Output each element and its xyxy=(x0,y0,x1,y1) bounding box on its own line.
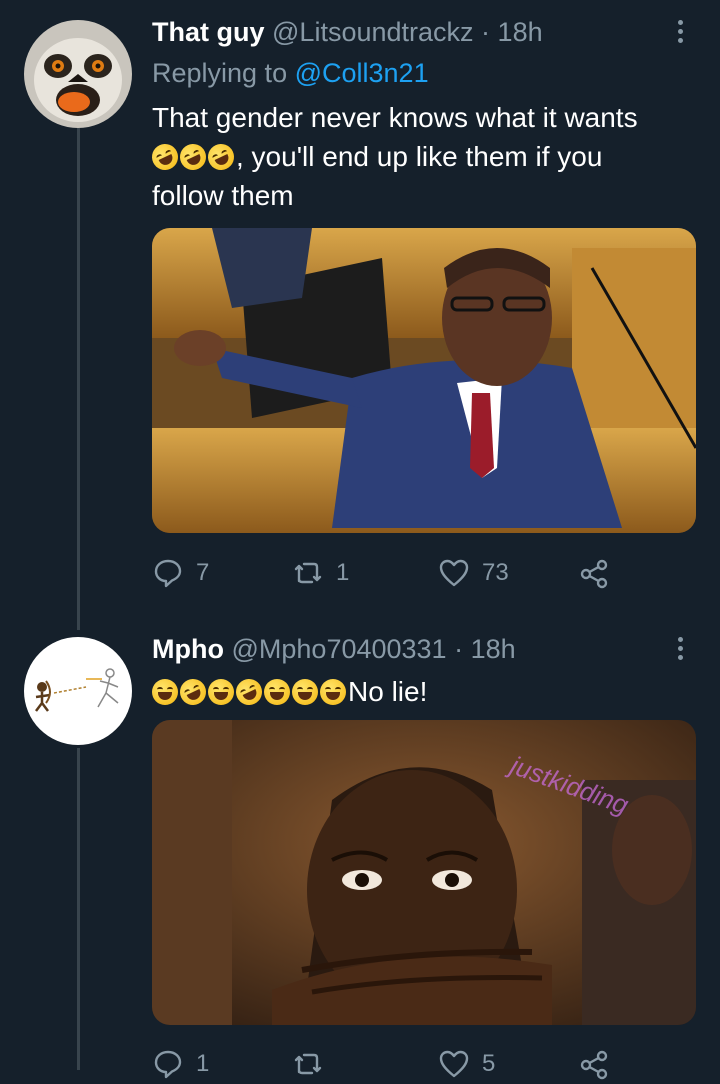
rofl-emoji-icon xyxy=(203,139,239,175)
tweet-actions: 7 1 73 xyxy=(152,553,622,593)
reply-count: 7 xyxy=(196,559,210,586)
like-button[interactable]: 73 xyxy=(438,553,509,593)
like-count: 5 xyxy=(482,1050,496,1077)
like-count: 73 xyxy=(482,559,509,586)
reply-count: 1 xyxy=(196,1050,210,1077)
tweet-text-line-3: follow them xyxy=(152,180,294,211)
separator-dot: · xyxy=(454,634,464,664)
more-options-icon[interactable] xyxy=(670,637,690,660)
tweet-actions: 1 5 xyxy=(152,1044,622,1084)
separator-dot: · xyxy=(481,17,491,47)
archer-sketch-avatar[interactable] xyxy=(24,637,132,745)
joy-emoji-icon xyxy=(292,679,318,705)
retweet-icon xyxy=(294,1053,322,1075)
replying-to-line: Replying to @Coll3n21 xyxy=(152,58,429,89)
tweet-header: Mpho @Mpho70400331 · 18h xyxy=(152,634,516,665)
tweet-text-line-1: No lie! xyxy=(152,672,692,711)
rofl-emoji-icon xyxy=(175,674,211,710)
timestamp[interactable]: 18h xyxy=(471,634,516,664)
heart-icon xyxy=(439,1050,469,1078)
retweet-button[interactable] xyxy=(292,1044,336,1084)
author-name[interactable]: Mpho xyxy=(152,634,224,664)
girl-surprised-photo[interactable]: justkidding xyxy=(152,720,696,1025)
joy-emoji-icon xyxy=(208,679,234,705)
tweet-text-line-1: That gender never knows what it wants xyxy=(152,102,638,133)
rofl-emoji-icon xyxy=(231,674,267,710)
rofl-emoji-icon xyxy=(175,139,211,175)
reply-icon xyxy=(154,559,182,588)
retweet-count: 1 xyxy=(336,559,350,586)
thread-line-bottom xyxy=(77,748,80,1070)
share-button[interactable] xyxy=(578,553,610,593)
joy-emoji-icon xyxy=(320,679,346,705)
joy-emoji-icon xyxy=(152,679,178,705)
reply-button[interactable]: 1 xyxy=(152,1044,209,1084)
retweet-button[interactable]: 1 xyxy=(292,553,349,593)
tweet-text: No lie! xyxy=(152,672,692,711)
replying-prefix: Replying to xyxy=(152,58,288,88)
share-icon xyxy=(580,1050,608,1080)
reply-button[interactable]: 7 xyxy=(152,553,209,593)
share-button[interactable] xyxy=(578,1044,610,1084)
author-handle[interactable]: @Mpho70400331 xyxy=(232,634,447,664)
like-button[interactable]: 5 xyxy=(438,1044,495,1084)
author-handle[interactable]: @Litsoundtrackz xyxy=(272,17,474,47)
replying-to-link[interactable]: @Coll3n21 xyxy=(295,58,429,88)
more-options-icon[interactable] xyxy=(670,20,690,43)
tweet-header: That guy @Litsoundtrackz · 18h xyxy=(152,17,543,48)
share-icon xyxy=(580,559,608,589)
tweet-text-line-2: , you'll end up like them if you xyxy=(147,137,692,176)
retweet-icon xyxy=(294,562,322,584)
joy-emoji-icon xyxy=(264,679,290,705)
heart-icon xyxy=(439,559,469,587)
reply-icon xyxy=(154,1050,182,1079)
author-name[interactable]: That guy xyxy=(152,17,265,47)
tweet-text: That gender never knows what it wants , … xyxy=(147,98,692,215)
rofl-emoji-icon xyxy=(147,139,183,175)
politician-pointing-photo[interactable] xyxy=(152,228,696,533)
thread-line-top xyxy=(77,128,80,630)
lemur-avatar[interactable] xyxy=(24,20,132,128)
timestamp[interactable]: 18h xyxy=(498,17,543,47)
